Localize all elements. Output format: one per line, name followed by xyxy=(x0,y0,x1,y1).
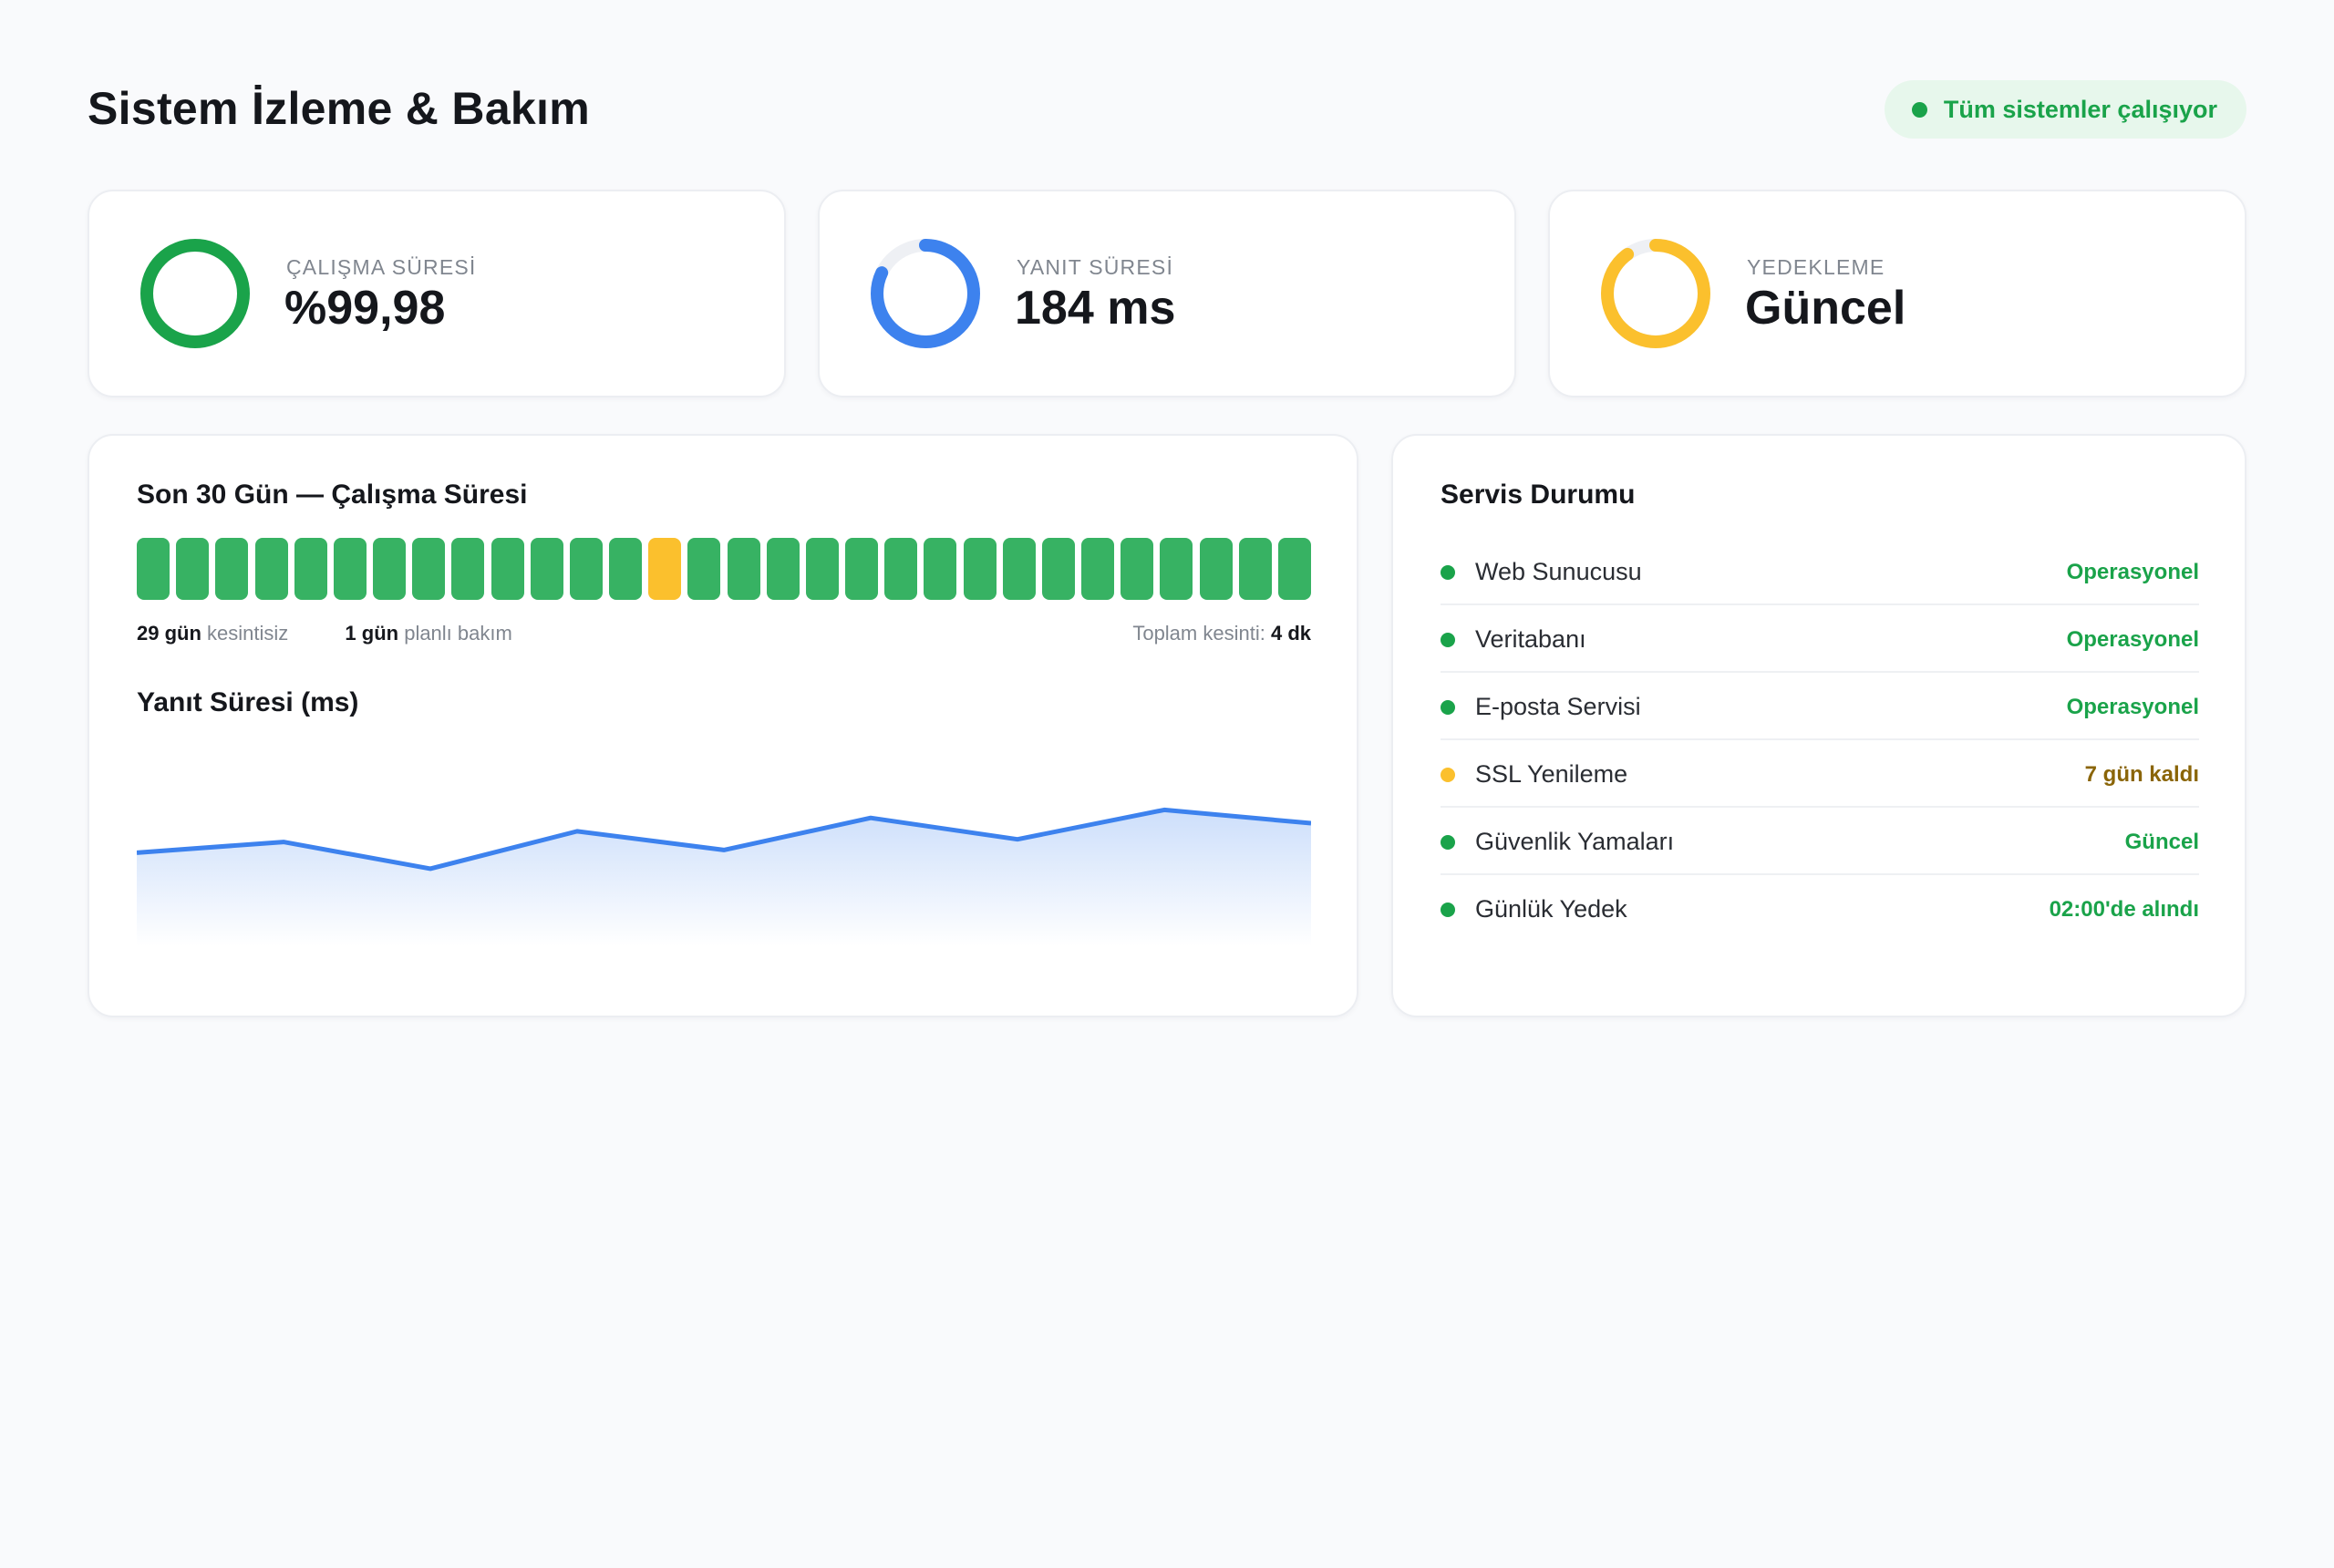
service-status-dot-icon xyxy=(1441,835,1455,850)
ring-progress xyxy=(1601,239,1710,348)
system-status-badge: Tüm sistemler çalışıyor xyxy=(1884,80,2246,139)
uptime-day-bar-maintenance[interactable] xyxy=(648,538,682,600)
uptime-day-bar[interactable] xyxy=(805,538,839,600)
service-status-text: Operasyonel xyxy=(2066,560,2199,584)
stat-label: YANIT SÜRESİ xyxy=(1017,255,1174,279)
service-status-text: Güncel xyxy=(2124,830,2199,854)
stat-label: ÇALIŞMA SÜRESİ xyxy=(286,255,477,279)
ring-svg xyxy=(871,239,980,348)
service-status-text: 02:00'de alındı xyxy=(2049,897,2199,922)
service-status-dot-icon xyxy=(1441,768,1455,782)
page-title: Sistem İzleme & Bakım xyxy=(88,83,590,134)
service-status-dot-icon xyxy=(1441,700,1455,715)
stat-value: Güncel xyxy=(1745,282,1906,335)
service-status-dot-icon xyxy=(1441,633,1455,647)
response-area-fill xyxy=(137,810,1311,946)
response-ring-icon xyxy=(869,237,982,350)
response-chart-title: Yanıt Süresi (ms) xyxy=(137,687,359,717)
backup-ring-icon xyxy=(1599,237,1712,350)
service-status-card: Servis Durumu Web Sunucusu Operasyonel Ver… xyxy=(1391,434,2246,1017)
ring-svg xyxy=(1601,239,1710,348)
dashboard-page: Sistem İzleme & Bakım Tüm sistemler çalı… xyxy=(0,0,2334,1568)
response-chart-svg xyxy=(137,807,1311,946)
uptime-day-bar[interactable] xyxy=(766,538,800,600)
status-dot-icon xyxy=(1911,101,1927,118)
uptime-day-bar[interactable] xyxy=(727,538,760,600)
uptime-day-bar[interactable] xyxy=(1002,538,1036,600)
service-list: Web Sunucusu Operasyonel Veritabanı Operasy… xyxy=(1441,538,2199,943)
service-name: Güvenlik Yamaları xyxy=(1475,828,1675,855)
maintenance-days: 1 gün planlı bakım xyxy=(345,622,512,645)
stat-card-response: YANIT SÜRESİ 184 ms xyxy=(818,190,1516,397)
uptime-day-bar[interactable] xyxy=(451,538,485,600)
service-status-text: Operasyonel xyxy=(2066,695,2199,719)
uptime-day-bars xyxy=(137,538,1311,600)
total-downtime: Toplam kesinti: 4 dk xyxy=(1132,622,1311,645)
uptime-day-bar[interactable] xyxy=(884,538,918,600)
uptime-day-bar[interactable] xyxy=(1160,538,1193,600)
service-name: E-posta Servisi xyxy=(1475,693,1641,720)
service-status-title: Servis Durumu xyxy=(1441,480,1636,510)
uptime-day-bar[interactable] xyxy=(1238,538,1272,600)
service-name: Veritabanı xyxy=(1475,625,1586,653)
uptime-day-bar[interactable] xyxy=(373,538,407,600)
uptime-day-bar[interactable] xyxy=(845,538,879,600)
response-time-chart xyxy=(137,746,1311,946)
uptime-day-bar[interactable] xyxy=(924,538,957,600)
uninterrupted-days: 29 gün kesintisiz xyxy=(137,622,289,645)
uptime-day-bar[interactable] xyxy=(176,538,210,600)
uptime-day-bar[interactable] xyxy=(1041,538,1075,600)
page-header: Sistem İzleme & Bakım Tüm sistemler çalı… xyxy=(88,77,2246,142)
uptime-day-bar[interactable] xyxy=(294,538,327,600)
uptime-day-bar[interactable] xyxy=(137,538,170,600)
service-row: SSL Yenileme 7 gün kaldı xyxy=(1441,740,2199,808)
ring-svg xyxy=(140,239,250,348)
service-status-dot-icon xyxy=(1441,565,1455,580)
uptime-day-bar[interactable] xyxy=(569,538,603,600)
uptime-day-bar[interactable] xyxy=(1081,538,1115,600)
uptime-card: Son 30 Gün — Çalışma Süresi 29 gün kesin… xyxy=(88,434,1358,1017)
service-row: Güvenlik Yamaları Güncel xyxy=(1441,808,2199,875)
uptime-day-bar[interactable] xyxy=(1121,538,1154,600)
uptime-day-bar[interactable] xyxy=(963,538,997,600)
service-row: Veritabanı Operasyonel xyxy=(1441,605,2199,673)
uptime-day-bar[interactable] xyxy=(333,538,367,600)
service-name: SSL Yenileme xyxy=(1475,760,1628,788)
uptime-day-bar[interactable] xyxy=(254,538,288,600)
uptime-title: Son 30 Gün — Çalışma Süresi xyxy=(137,480,528,510)
ring-progress xyxy=(140,239,250,348)
service-row: Günlük Yedek 02:00'de alındı xyxy=(1441,875,2199,943)
service-name: Web Sunucusu xyxy=(1475,558,1642,585)
uptime-day-bar[interactable] xyxy=(530,538,563,600)
service-status-text: Operasyonel xyxy=(2066,627,2199,652)
stat-value: 184 ms xyxy=(1015,282,1176,335)
stat-card-backup: YEDEKLEME Güncel xyxy=(1548,190,2246,397)
uptime-day-bar[interactable] xyxy=(609,538,643,600)
service-status-dot-icon xyxy=(1441,903,1455,917)
service-row: Web Sunucusu Operasyonel xyxy=(1441,538,2199,605)
uptime-summary: 29 gün kesintisiz 1 gün planlı bakım Top… xyxy=(137,622,1311,649)
uptime-day-bar[interactable] xyxy=(1278,538,1311,600)
service-name: Günlük Yedek xyxy=(1475,895,1627,923)
service-row: E-posta Servisi Operasyonel xyxy=(1441,673,2199,740)
uptime-day-bar[interactable] xyxy=(412,538,446,600)
uptime-day-bar[interactable] xyxy=(491,538,524,600)
uptime-ring-icon xyxy=(139,237,252,350)
service-status-text: 7 gün kaldı xyxy=(2084,762,2199,787)
stat-value: %99,98 xyxy=(284,282,446,335)
stat-label: YEDEKLEME xyxy=(1747,255,1885,279)
uptime-day-bar[interactable] xyxy=(215,538,249,600)
uptime-day-bar[interactable] xyxy=(1199,538,1233,600)
uptime-day-bar[interactable] xyxy=(687,538,721,600)
system-status-text: Tüm sistemler çalışıyor xyxy=(1943,95,2217,123)
stat-card-uptime: ÇALIŞMA SÜRESİ %99,98 xyxy=(88,190,786,397)
